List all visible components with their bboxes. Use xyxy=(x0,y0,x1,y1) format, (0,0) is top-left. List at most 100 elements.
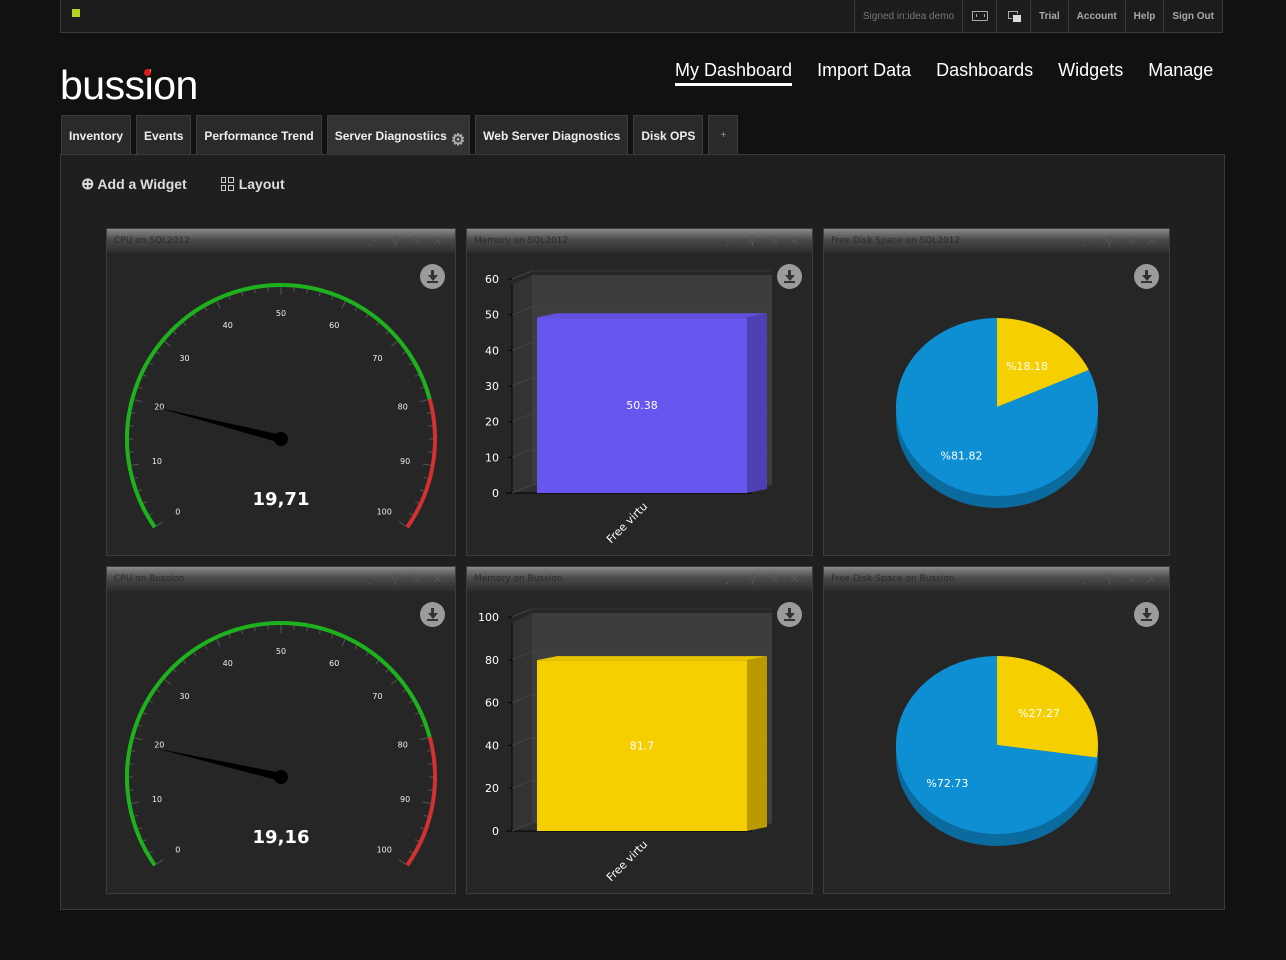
tab-label: Server Diagnostiics xyxy=(334,128,447,143)
widget-header[interactable]: CPU on Bussion ⋰ ⚲ ✎ ✕ xyxy=(107,567,455,591)
widget-cpu-sql: CPU on SQL2012 ⋰ ⚲ ✎ ✕ 0 10 20 30 40 50 60 70 80 90 100… xyxy=(106,228,456,556)
edit-icon[interactable]: ✎ xyxy=(1120,570,1141,588)
window-icon[interactable] xyxy=(996,0,1030,32)
add-tab-button[interactable]: + xyxy=(708,115,739,155)
y-tick-label: 100 xyxy=(478,611,499,624)
chart-svg: 0 10 20 30 40 50 60 70 80 90 100 19,16 xyxy=(125,621,437,867)
share-icon[interactable]: ⋰ xyxy=(364,232,385,250)
bar-side xyxy=(747,656,767,831)
tab-web-server-diagnostics[interactable]: Web Server Diagnostics xyxy=(475,115,629,155)
nav-my-dashboard[interactable]: My Dashboard xyxy=(675,60,793,86)
nav-manage[interactable]: Manage xyxy=(1148,60,1213,86)
search-icon[interactable]: ⚲ xyxy=(1099,570,1120,588)
widget-header[interactable]: Free Disk Space on SQL2012 ⋰ ⚲ ✎ ✕ xyxy=(824,229,1169,253)
nav-import-data[interactable]: Import Data xyxy=(817,60,911,86)
tab-inventory[interactable]: Inventory xyxy=(61,115,132,155)
gauge-tick-label: 100 xyxy=(377,507,392,516)
status-square-icon xyxy=(72,9,80,17)
close-icon[interactable]: ✕ xyxy=(784,232,805,250)
share-icon[interactable]: ⋰ xyxy=(1078,232,1099,250)
tab-events[interactable]: Events xyxy=(136,115,192,155)
sign-out-link[interactable]: Sign Out xyxy=(1163,0,1222,32)
edit-icon[interactable]: ✎ xyxy=(406,232,427,250)
gauge-tick-label: 90 xyxy=(400,457,410,466)
signed-in-text: Signed in:idea demo xyxy=(853,0,962,32)
nav-dashboards[interactable]: Dashboards xyxy=(936,60,1033,86)
pie-slice-label: %18.18 xyxy=(1006,360,1048,373)
widget-header[interactable]: Memory on SQL2012 ⋰ ⚲ ✎ ✕ xyxy=(467,229,812,253)
x-category-label: Free virtu xyxy=(604,500,650,546)
brand-logo[interactable]: bussion xyxy=(60,62,198,109)
gauge-tick-label: 0 xyxy=(175,507,180,516)
top-bar: Signed in:idea demo Trial Account Help S… xyxy=(60,0,1223,33)
share-icon[interactable]: ⋰ xyxy=(1078,570,1099,588)
edit-icon[interactable]: ✎ xyxy=(406,570,427,588)
gear-icon[interactable]: ⚙ xyxy=(451,130,465,150)
widget-mem-bus: Memory on Bussion ⋰ ⚲ ✎ ✕ 0 20 40 60 80 100 81.7 Fre… xyxy=(466,566,813,894)
gauge-tick-label: 50 xyxy=(276,647,286,656)
edit-icon[interactable]: ✎ xyxy=(763,232,784,250)
close-icon[interactable]: ✕ xyxy=(1141,570,1162,588)
layout-button[interactable]: Layout xyxy=(220,176,285,192)
widget-header[interactable]: Memory on Bussion ⋰ ⚲ ✎ ✕ xyxy=(467,567,812,591)
y-tick-label: 40 xyxy=(485,739,499,752)
y-tick-label: 0 xyxy=(492,825,499,838)
account-link[interactable]: Account xyxy=(1067,0,1125,32)
help-link[interactable]: Help xyxy=(1124,0,1164,32)
gauge-tick-label: 80 xyxy=(398,740,408,749)
gauge-tick-label: 40 xyxy=(223,321,233,330)
widget-title: CPU on SQL2012 xyxy=(114,236,190,246)
share-icon[interactable]: ⋰ xyxy=(721,232,742,250)
gauge-pivot xyxy=(274,770,288,784)
gauge-tick-label: 40 xyxy=(223,659,233,668)
tab-label: Disk OPS xyxy=(641,128,696,143)
trial-link[interactable]: Trial xyxy=(1030,0,1068,32)
search-icon[interactable]: ⚲ xyxy=(742,570,763,588)
close-icon[interactable]: ✕ xyxy=(1141,232,1162,250)
search-icon[interactable]: ⚲ xyxy=(742,232,763,250)
widget-actions: ⋰ ⚲ ✎ ✕ xyxy=(1078,232,1162,250)
dashboard-toolbar: ⊕ Add a Widget Layout xyxy=(81,174,319,194)
tab-server-diagnostics[interactable]: Server Diagnostiics ⚙ xyxy=(326,115,471,155)
main-nav: My Dashboard Import Data Dashboards Widg… xyxy=(675,60,1238,86)
widget-header[interactable]: CPU on SQL2012 ⋰ ⚲ ✎ ✕ xyxy=(107,229,455,253)
close-icon[interactable]: ✕ xyxy=(427,232,448,250)
search-icon[interactable]: ⚲ xyxy=(385,232,406,250)
layout-label: Layout xyxy=(238,176,285,192)
gauge-tick-label: 100 xyxy=(377,845,392,854)
x-category-label: Free virtu xyxy=(604,838,650,884)
nav-widgets[interactable]: Widgets xyxy=(1058,60,1123,86)
widget-title: Free Disk Space on Bussion xyxy=(831,574,955,584)
y-tick-label: 60 xyxy=(485,697,499,710)
y-tick-label: 50 xyxy=(485,309,499,322)
tab-label: Events xyxy=(144,128,184,143)
tab-disk-ops[interactable]: Disk OPS xyxy=(633,115,704,155)
close-icon[interactable]: ✕ xyxy=(784,570,805,588)
tab-performance-trend[interactable]: Performance Trend xyxy=(196,115,322,155)
search-icon[interactable]: ⚲ xyxy=(385,570,406,588)
add-widget-button[interactable]: ⊕ Add a Widget xyxy=(81,174,187,194)
widget-mem-sql: Memory on SQL2012 ⋰ ⚲ ✎ ✕ 0 10 20 30 40 50 60 50.38 F… xyxy=(466,228,813,556)
gauge-value-label: 19,16 xyxy=(253,827,310,848)
widget-disk-sql: Free Disk Space on SQL2012 ⋰ ⚲ ✎ ✕ %18.18 %81.… xyxy=(823,228,1170,556)
share-icon[interactable]: ⋰ xyxy=(721,570,742,588)
widget-header[interactable]: Free Disk Space on Bussion ⋰ ⚲ ✎ ✕ xyxy=(824,567,1169,591)
fullscreen-icon[interactable] xyxy=(962,0,996,32)
widget-cpu-bus: CPU on Bussion ⋰ ⚲ ✎ ✕ 0 10 20 30 40 50 60 70 80 90 100… xyxy=(106,566,456,894)
share-icon[interactable]: ⋰ xyxy=(364,570,385,588)
edit-icon[interactable]: ✎ xyxy=(763,570,784,588)
tab-label: Performance Trend xyxy=(204,128,314,143)
widget-disk-bus: Free Disk Space on Bussion ⋰ ⚲ ✎ ✕ %27.27 %72.… xyxy=(823,566,1170,894)
bar-data-label: 81.7 xyxy=(630,740,655,753)
close-icon[interactable]: ✕ xyxy=(427,570,448,588)
search-icon[interactable]: ⚲ xyxy=(1099,232,1120,250)
edit-icon[interactable]: ✎ xyxy=(1120,232,1141,250)
layout-grid-icon xyxy=(220,177,234,191)
widget-title: Memory on SQL2012 xyxy=(474,236,569,246)
tab-label: Web Server Diagnostics xyxy=(483,128,621,143)
y-tick-label: 40 xyxy=(485,344,499,357)
gauge-tick-label: 0 xyxy=(175,845,180,854)
widget-actions: ⋰ ⚲ ✎ ✕ xyxy=(721,570,805,588)
pie-slice-label: %81.82 xyxy=(941,450,983,463)
widget-title: Free Disk Space on SQL2012 xyxy=(831,236,961,246)
